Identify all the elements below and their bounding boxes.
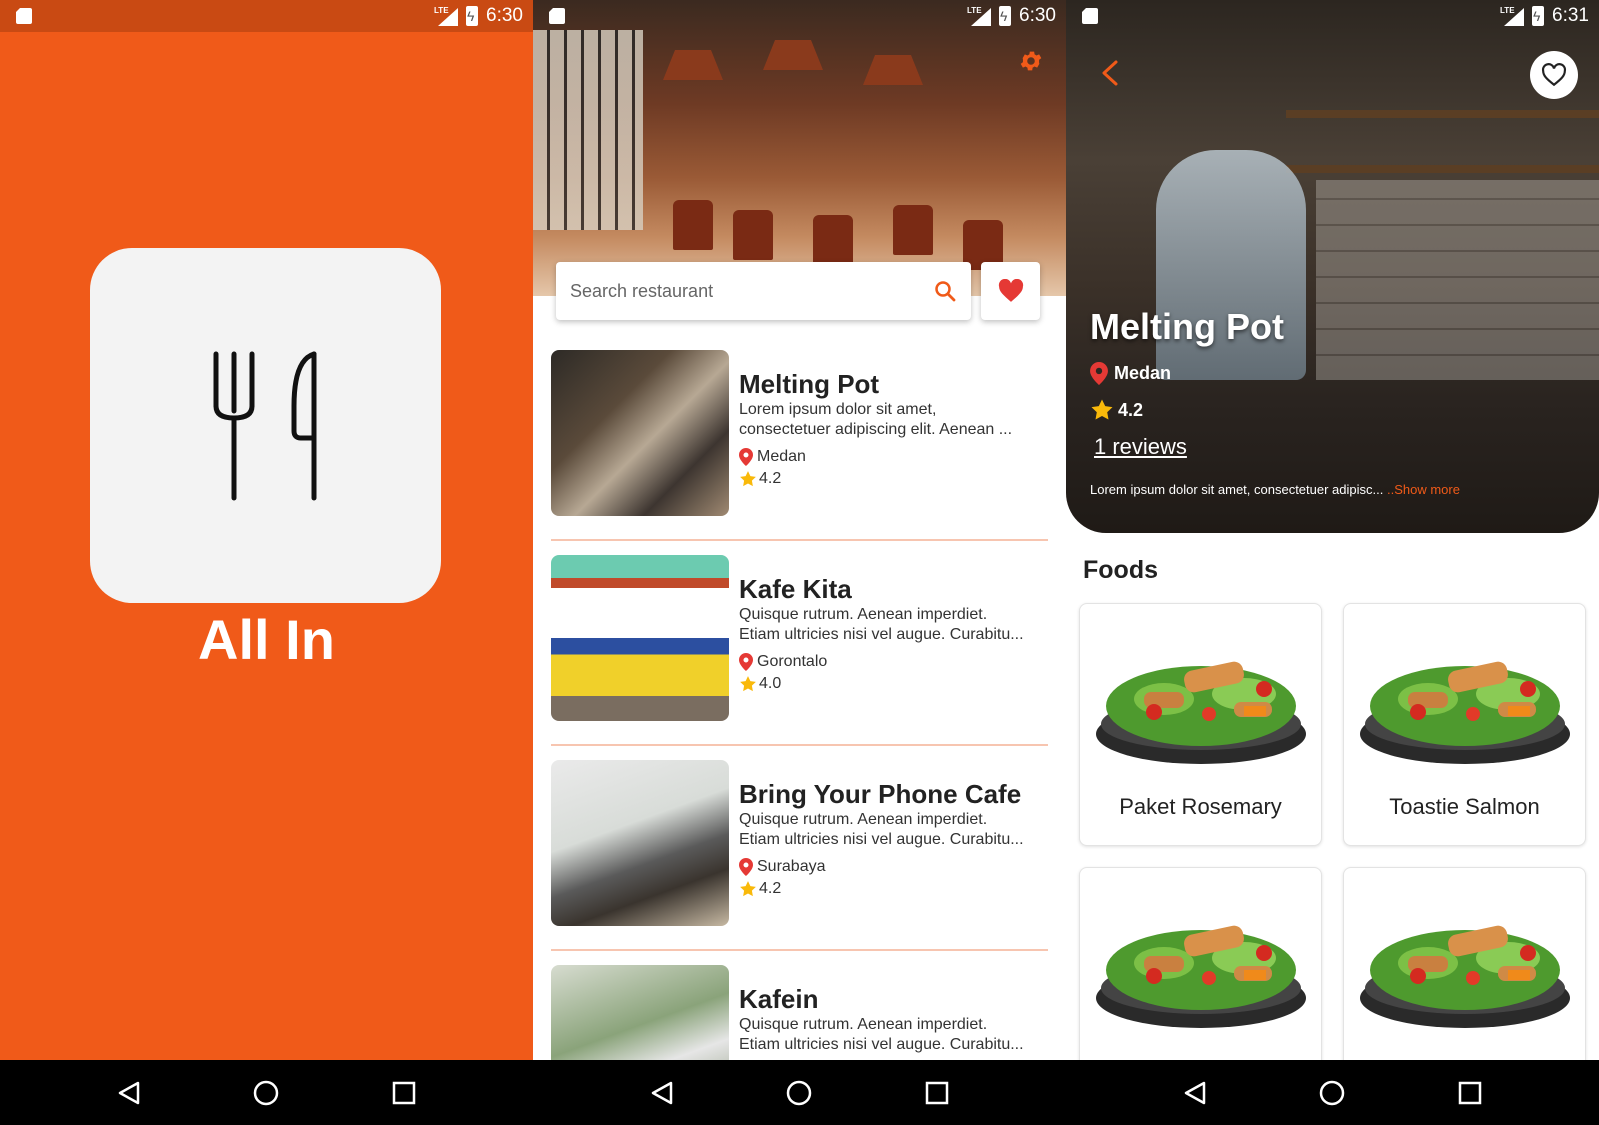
status-bar: LTE 6:30 <box>533 0 1066 32</box>
restaurant-thumbnail <box>551 350 729 516</box>
restaurant-rating: 4.2 <box>1118 399 1144 420</box>
food-name: Paket Rosemary <box>1119 794 1282 819</box>
system-nav-bar <box>533 1060 1066 1125</box>
restaurant-city: Surabaya <box>757 858 826 875</box>
search-bar[interactable]: Search restaurant <box>556 262 971 320</box>
sd-card-icon <box>1082 8 1098 24</box>
restaurant-list: Melting Pot Lorem ipsum dolor sit amet, … <box>533 350 1066 1125</box>
salad-bowl-image <box>1360 925 1570 1028</box>
restaurant-city: Medan <box>1114 363 1172 383</box>
heart-outline-icon <box>1542 63 1566 87</box>
app-name: All In <box>198 608 335 671</box>
location-pin-icon <box>739 448 753 466</box>
restaurant-city: Medan <box>757 448 806 465</box>
restaurant-name: Bring Your Phone Cafe <box>739 779 1022 809</box>
back-nav-icon[interactable] <box>115 1079 143 1107</box>
back-nav-icon[interactable] <box>1181 1079 1209 1107</box>
home-nav-icon[interactable] <box>252 1079 280 1107</box>
header-image <box>533 0 1066 296</box>
food-card[interactable]: Toastie Salmon <box>1343 603 1586 846</box>
clock: 6:31 <box>1552 5 1589 26</box>
restaurant-city: Gorontalo <box>757 653 828 670</box>
app-logo <box>90 248 441 603</box>
restaurant-description: Lorem ipsum dolor sit amet, consectetuer… <box>1090 482 1460 497</box>
reviews-link[interactable]: 1 reviews <box>1094 434 1187 460</box>
system-nav-bar <box>1066 1060 1599 1125</box>
heart-icon <box>998 279 1023 302</box>
recents-nav-icon[interactable] <box>390 1079 418 1107</box>
salad-bowl-image <box>1096 661 1306 764</box>
recents-nav-icon[interactable] <box>1456 1079 1484 1107</box>
clock: 6:30 <box>1019 5 1056 26</box>
star-icon <box>740 471 756 487</box>
restaurant-rating: 4.2 <box>759 880 782 897</box>
restaurant-name: Kafe Kita <box>739 574 852 604</box>
location-pin-icon <box>739 858 753 876</box>
clock: 6:30 <box>486 5 523 26</box>
star-icon <box>1091 399 1113 420</box>
restaurant-rating: 4.0 <box>759 675 782 692</box>
restaurant-item[interactable]: Bring Your Phone Cafe Quisque rutrum. Ae… <box>533 760 1066 965</box>
location-pin-icon <box>1090 362 1108 385</box>
restaurant-title: Melting Pot <box>1090 306 1284 347</box>
system-nav-bar <box>0 1060 533 1125</box>
home-nav-icon[interactable] <box>785 1079 813 1107</box>
food-name: Toastie Salmon <box>1389 794 1540 819</box>
location-pin-icon <box>739 653 753 671</box>
battery-icon <box>466 6 479 26</box>
restaurant-description: Quisque rutrum. Aenean imperdiet. Etiam … <box>739 606 1024 643</box>
restaurant-thumbnail <box>551 555 729 721</box>
home-nav-icon[interactable] <box>1318 1079 1346 1107</box>
salad-bowl-image <box>1096 925 1306 1028</box>
foods-heading: Foods <box>1083 556 1158 584</box>
search-input[interactable]: Search restaurant <box>570 281 933 302</box>
fork-knife-icon <box>213 351 316 500</box>
star-icon <box>740 676 756 692</box>
favorite-button[interactable] <box>1530 51 1578 99</box>
recents-nav-icon[interactable] <box>923 1079 951 1107</box>
restaurant-item[interactable]: Kafe Kita Quisque rutrum. Aenean imperdi… <box>533 555 1066 760</box>
signal-icon: LTE <box>1500 6 1525 26</box>
star-icon <box>740 881 756 897</box>
favorites-button[interactable] <box>981 262 1040 320</box>
food-card[interactable]: Paket Rosemary <box>1079 603 1322 846</box>
battery-icon <box>1532 6 1545 26</box>
restaurant-item[interactable]: Melting Pot Lorem ipsum dolor sit amet, … <box>533 350 1066 555</box>
show-more-link[interactable]: ..Show more <box>1387 482 1460 497</box>
restaurant-description: Quisque rutrum. Aenean imperdiet. Etiam … <box>739 1016 1024 1053</box>
back-arrow-icon[interactable] <box>1096 58 1126 88</box>
detail-screen: LTE 6:31 Melting Pot Medan 4.2 1 reviews… <box>1066 0 1599 1125</box>
home-screen: LTE 6:30 Search restaurant Melting Pot L… <box>533 0 1066 1125</box>
restaurant-name: Kafein <box>739 984 819 1014</box>
salad-bowl-image <box>1360 661 1570 764</box>
restaurant-rating: 4.2 <box>759 470 782 487</box>
divider <box>551 539 1048 541</box>
settings-gear-icon[interactable] <box>1018 48 1044 74</box>
status-bar: LTE 6:31 <box>1066 0 1599 32</box>
battery-icon <box>999 6 1012 26</box>
sd-card-icon <box>549 8 565 24</box>
search-icon[interactable] <box>933 279 957 303</box>
divider <box>551 744 1048 746</box>
restaurant-thumbnail <box>551 760 729 926</box>
sd-card-icon <box>16 8 32 24</box>
restaurant-description: Quisque rutrum. Aenean imperdiet. Etiam … <box>739 811 1024 848</box>
restaurant-name: Melting Pot <box>739 369 880 399</box>
signal-icon: LTE <box>967 6 992 26</box>
signal-icon: LTE <box>434 6 459 26</box>
splash-screen: LTE 6:30 All In <box>0 0 533 1125</box>
back-nav-icon[interactable] <box>648 1079 676 1107</box>
restaurant-description: Lorem ipsum dolor sit amet, consectetuer… <box>739 401 1013 438</box>
divider <box>551 949 1048 951</box>
status-bar: LTE 6:30 <box>0 0 533 32</box>
